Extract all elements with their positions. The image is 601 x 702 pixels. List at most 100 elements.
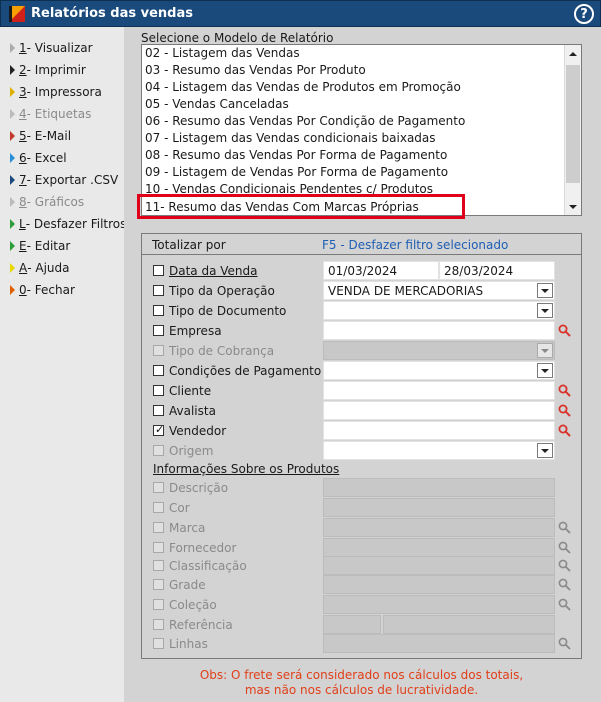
origem-checkbox[interactable]	[153, 445, 164, 456]
tipo-cobranca-select[interactable]	[323, 341, 555, 360]
sidebar-item-label: - Visualizar	[26, 41, 93, 55]
arrow-icon	[10, 43, 15, 53]
sidebar-item-visualizar[interactable]: 1 - Visualizar	[10, 39, 93, 57]
cor-checkbox[interactable]	[153, 502, 164, 513]
empresa-input[interactable]	[323, 321, 555, 340]
search-icon[interactable]	[558, 637, 571, 650]
colecao-checkbox[interactable]	[153, 599, 164, 610]
cliente-input[interactable]	[323, 381, 555, 400]
sidebar-item-excel[interactable]: 6 - Excel	[10, 149, 67, 167]
fornecedor-label: Fornecedor	[169, 541, 237, 555]
search-icon[interactable]	[558, 521, 571, 534]
tipo-cobranca-checkbox[interactable]	[153, 345, 164, 356]
shortcut-key: 4	[19, 107, 27, 121]
referencia-to-input[interactable]	[383, 615, 555, 634]
dropdown-button[interactable]	[537, 443, 553, 458]
report-model-listbox[interactable]: 02 - Listagem das Vendas 03 - Resumo das…	[141, 44, 582, 216]
grade-checkbox[interactable]	[153, 579, 164, 590]
tipo-cobranca-label: Tipo de Cobrança	[169, 344, 275, 358]
search-icon[interactable]	[558, 324, 571, 337]
data-venda-checkbox[interactable]	[153, 265, 164, 276]
vendedor-input[interactable]	[323, 421, 555, 440]
window-title: Relatórios das vendas	[31, 6, 193, 21]
list-item[interactable]: 08 - Resumo das Vendas Por Forma de Paga…	[145, 147, 447, 164]
dropdown-button[interactable]	[537, 363, 553, 378]
shortcut-key: 5	[19, 129, 27, 143]
sidebar-item-label: - E-Mail	[26, 129, 72, 143]
scroll-thumb[interactable]	[566, 65, 580, 183]
referencia-from-input[interactable]	[323, 615, 381, 634]
classificacao-input[interactable]	[323, 556, 555, 575]
fornecedor-input[interactable]	[323, 538, 555, 557]
search-icon[interactable]	[558, 384, 571, 397]
obs-note-line2: mas não nos cálculos de lucratividade.	[244, 683, 479, 697]
sidebar-item-impressora[interactable]: 3 - Impressora	[10, 83, 102, 101]
sidebar-item-fechar[interactable]: 0 - Fechar	[10, 281, 75, 299]
tipo-operacao-select[interactable]: VENDA DE MERCADORIAS	[323, 281, 555, 300]
sidebar-item-label: - Etiquetas	[26, 107, 92, 121]
sidebar-item-label: - Impressora	[26, 85, 102, 99]
list-item[interactable]: 05 - Vendas Canceladas	[145, 96, 289, 113]
linhas-input[interactable]	[323, 634, 555, 653]
scroll-up-button[interactable]	[565, 45, 581, 62]
cor-label: Cor	[169, 501, 190, 515]
referencia-checkbox[interactable]	[153, 619, 164, 630]
list-item[interactable]: 04 - Listagem das Vendas de Produtos em …	[145, 79, 461, 96]
sidebar-item-editar[interactable]: E - Editar	[10, 237, 70, 255]
tipo-documento-select[interactable]	[323, 301, 555, 320]
linhas-checkbox[interactable]	[153, 638, 164, 649]
sidebar-item-etiquetas[interactable]: 4 - Etiquetas	[10, 105, 91, 123]
linhas-label: Linhas	[169, 637, 208, 651]
field-value: 01/03/2024	[328, 264, 398, 278]
search-icon[interactable]	[558, 578, 571, 591]
sidebar-item-graficos[interactable]: 8 - Gráficos	[10, 193, 84, 211]
classificacao-checkbox[interactable]	[153, 560, 164, 571]
scroll-down-button[interactable]	[565, 198, 581, 215]
cor-input[interactable]	[323, 498, 555, 517]
list-item[interactable]: 03 - Resumo das Vendas Por Produto	[145, 62, 366, 79]
sidebar-item-ajuda[interactable]: A - Ajuda	[10, 259, 69, 277]
sidebar-item-desfazer-filtros[interactable]: L - Desfazer Filtros	[10, 215, 126, 233]
condicoes-pagamento-select[interactable]	[323, 361, 555, 380]
listbox-scrollbar[interactable]	[564, 45, 581, 215]
data-venda-to-input[interactable]: 28/03/2024	[439, 261, 555, 280]
condicoes-pagamento-checkbox[interactable]	[153, 365, 164, 376]
dropdown-button[interactable]	[537, 283, 553, 298]
sidebar-item-imprimir[interactable]: 2 - Imprimir	[10, 61, 86, 79]
marca-checkbox[interactable]	[153, 522, 164, 533]
shortcut-key: 0	[19, 283, 27, 297]
marca-input[interactable]	[323, 518, 555, 537]
list-item[interactable]: 06 - Resumo das Vendas Por Condição de P…	[145, 113, 465, 130]
list-item[interactable]: 07 - Listagem das Vendas condicionais ba…	[145, 130, 436, 147]
list-item[interactable]: 02 - Listagem das Vendas	[145, 45, 300, 62]
vendedor-checkbox[interactable]: ✓	[153, 423, 164, 436]
search-icon[interactable]	[558, 541, 571, 554]
sidebar-item-label: - Imprimir	[26, 63, 86, 77]
tipo-documento-checkbox[interactable]	[153, 305, 164, 316]
search-icon[interactable]	[558, 424, 571, 437]
tipo-documento-label: Tipo de Documento	[169, 304, 287, 318]
search-icon[interactable]	[558, 598, 571, 611]
data-venda-from-input[interactable]: 01/03/2024	[323, 261, 439, 280]
sidebar-item-email[interactable]: 5 - E-Mail	[10, 127, 71, 145]
help-button[interactable]: ?	[574, 4, 594, 24]
search-icon[interactable]	[558, 404, 571, 417]
search-icon[interactable]	[558, 559, 571, 572]
empresa-checkbox[interactable]	[153, 325, 164, 336]
origem-select[interactable]	[323, 441, 555, 460]
dropdown-button[interactable]	[537, 343, 553, 358]
cliente-checkbox[interactable]	[153, 385, 164, 396]
dropdown-button[interactable]	[537, 303, 553, 318]
list-item[interactable]: 09 - Listagem de Vendas Por Forma de Pag…	[145, 164, 448, 181]
colecao-input[interactable]	[323, 595, 555, 614]
descricao-input[interactable]	[323, 478, 555, 497]
tipo-operacao-checkbox[interactable]	[153, 285, 164, 296]
avalista-input[interactable]	[323, 401, 555, 420]
fornecedor-checkbox[interactable]	[153, 542, 164, 553]
descricao-checkbox[interactable]	[153, 482, 164, 493]
undo-filter-link[interactable]: F5 - Desfazer filtro selecionado	[322, 238, 508, 252]
arrow-icon	[10, 197, 15, 207]
avalista-checkbox[interactable]	[153, 405, 164, 416]
sidebar-item-exportar-csv[interactable]: 7 - Exportar .CSV	[10, 171, 118, 189]
grade-input[interactable]	[323, 575, 555, 594]
